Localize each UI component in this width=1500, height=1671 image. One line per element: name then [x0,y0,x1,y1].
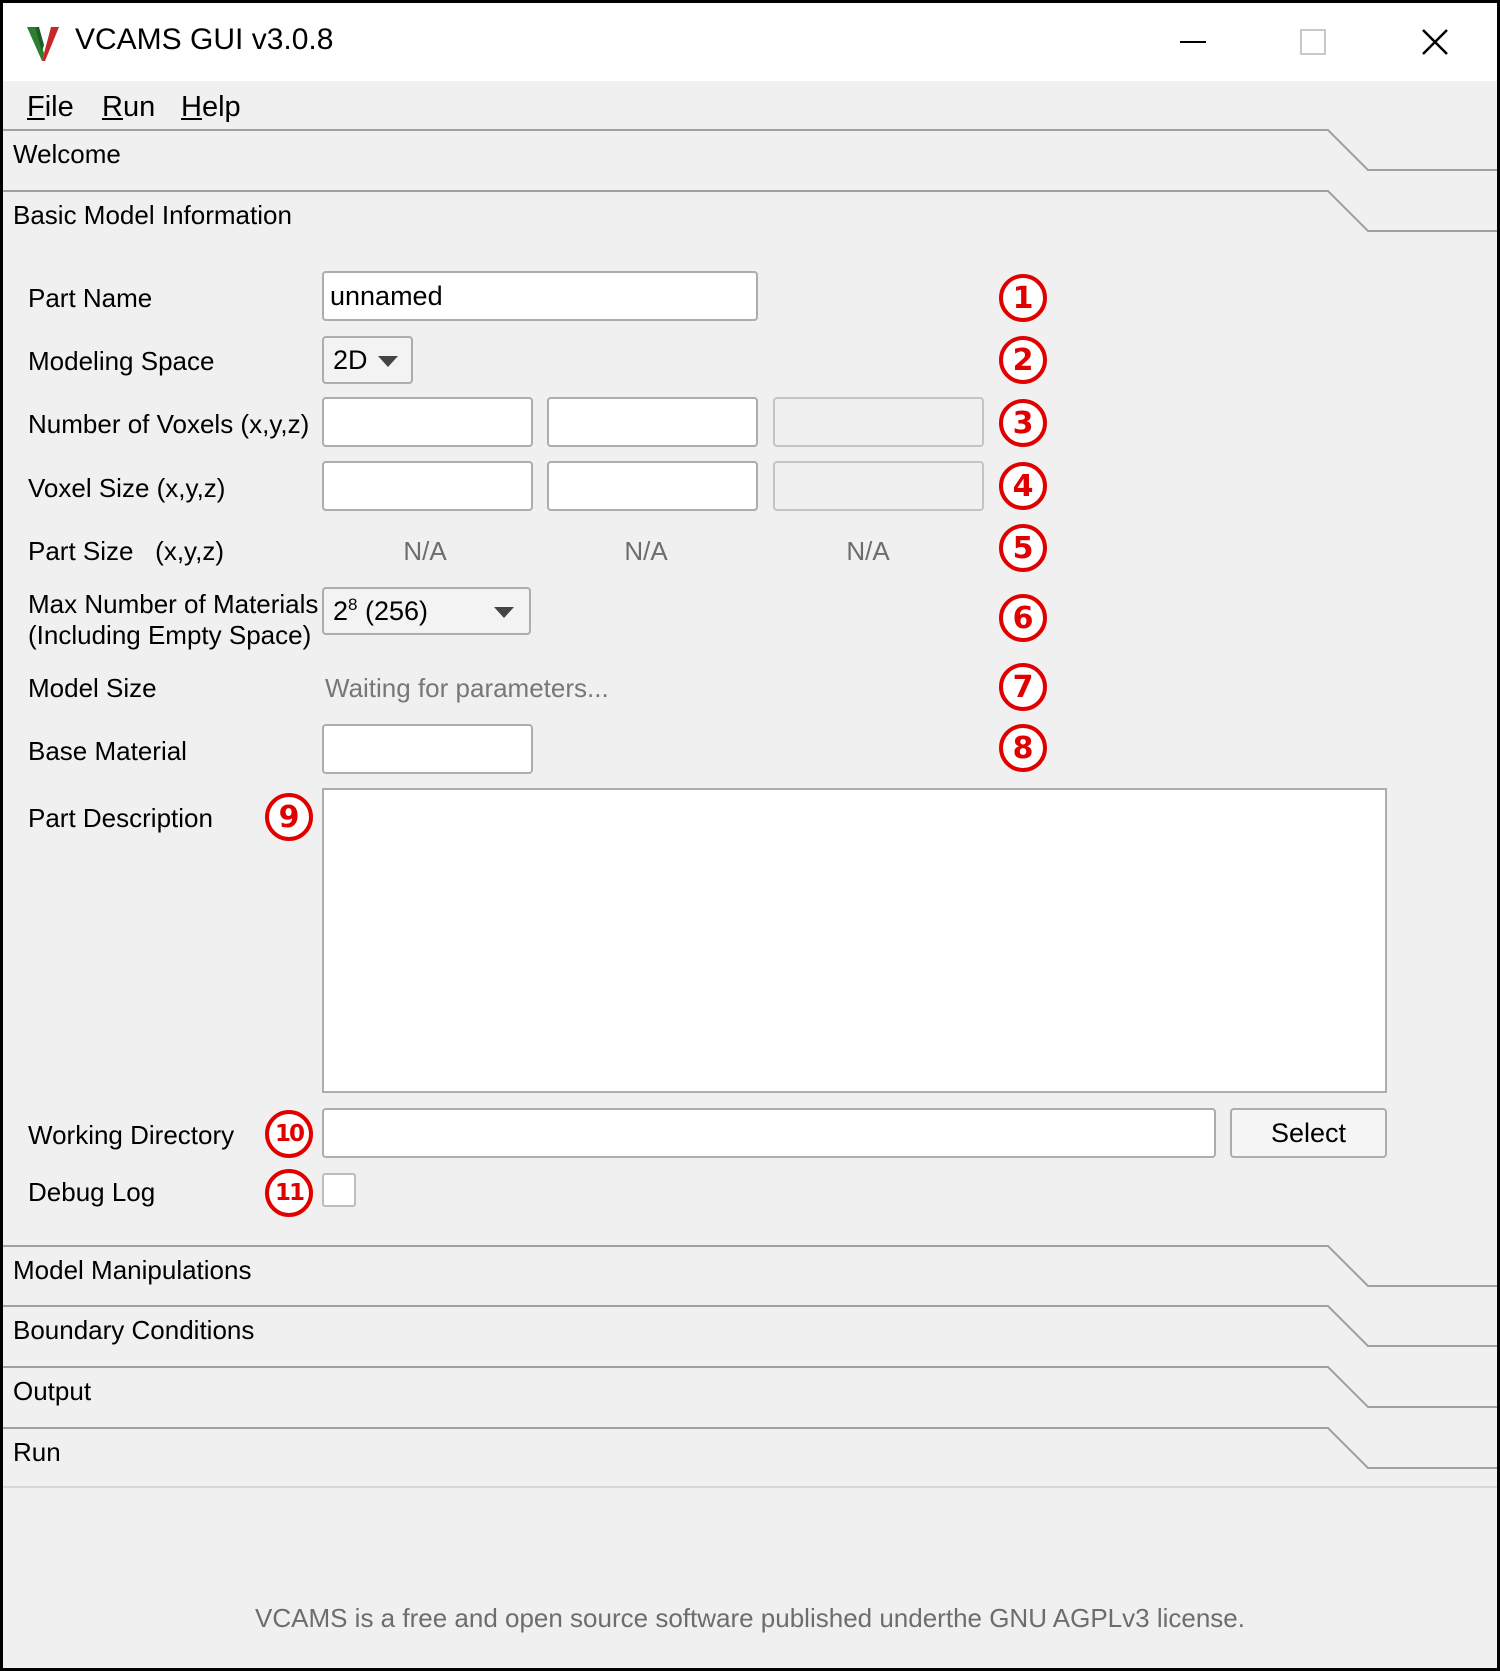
section-run[interactable]: Run [3,1427,1497,1491]
callout-3: 3 [999,399,1047,447]
part-name-input[interactable] [322,271,758,321]
voxel-size-y-input[interactable] [547,461,758,511]
part-size-x-value: N/A [403,536,447,566]
callout-7: 7 [999,663,1047,711]
voxel-size-x-input[interactable] [322,461,533,511]
section-basic-model-information[interactable]: Basic Model Information [3,190,1497,254]
title-bar[interactable]: VCAMS GUI v3.0.8 [3,3,1497,81]
menu-run[interactable]: Run [102,91,155,124]
section-title: Output [13,1376,92,1406]
section-title: Welcome [13,139,121,169]
window-title: VCAMS GUI v3.0.8 [75,23,334,56]
part-size-z-value: N/A [846,536,890,566]
select-directory-button[interactable]: Select [1230,1108,1387,1158]
part-size-label: Part Size (x,y,z) [28,536,224,566]
license-footer: VCAMS is a free and open source software… [255,1603,1245,1633]
callout-9: 9 [265,793,313,841]
chevron-down-icon [494,607,514,618]
minimize-icon [1180,41,1206,43]
modeling-space-dropdown[interactable]: 2D [322,336,413,384]
part-size-y-value: N/A [624,536,668,566]
model-size-status: Waiting for parameters... [325,673,609,703]
close-icon [1422,29,1448,55]
footer-divider [3,1486,1497,1488]
voxel-size-label: Voxel Size (x,y,z) [28,473,226,503]
max-materials-dropdown[interactable]: 28 (256) [322,587,531,635]
part-description-label: Part Description [28,803,213,833]
section-boundary-conditions[interactable]: Boundary Conditions [3,1305,1497,1369]
callout-10: 10 [265,1110,313,1158]
maximize-button[interactable] [1253,3,1373,81]
base-material-input[interactable] [322,724,533,774]
max-materials-label-line1: Max Number of Materials [28,589,319,619]
part-name-label: Part Name [28,283,153,313]
menu-bar: File Run Help [3,81,1497,133]
close-button[interactable] [1375,3,1495,81]
callout-8: 8 [999,724,1047,772]
base-material-label: Base Material [28,736,187,766]
section-title: Run [13,1437,61,1467]
section-title: Model Manipulations [13,1255,252,1285]
part-description-textarea[interactable] [322,788,1387,1093]
section-model-manipulations[interactable]: Model Manipulations [3,1245,1497,1309]
model-size-label: Model Size [28,673,157,703]
chevron-down-icon [378,356,398,367]
menu-file[interactable]: File [27,91,74,124]
menu-help[interactable]: Help [181,91,241,124]
callout-6: 6 [999,594,1047,642]
debug-log-checkbox[interactable] [322,1173,356,1207]
callout-11: 11 [265,1169,313,1217]
callout-5: 5 [999,524,1047,572]
callout-1: 1 [999,274,1047,322]
app-window: VCAMS GUI v3.0.8 File Run Help Welcome B… [0,0,1500,1671]
debug-log-label: Debug Log [28,1177,156,1207]
section-title: Boundary Conditions [13,1315,255,1345]
section-output[interactable]: Output [3,1366,1497,1430]
working-directory-label: Working Directory [28,1120,235,1150]
callout-4: 4 [999,462,1047,510]
modeling-space-label: Modeling Space [28,346,215,376]
maximize-icon [1300,29,1326,55]
callout-2: 2 [999,336,1047,384]
section-title: Basic Model Information [13,200,292,230]
working-directory-input[interactable] [322,1108,1216,1158]
num-voxels-x-input[interactable] [322,397,533,447]
vcams-logo-icon [27,27,59,61]
num-voxels-y-input[interactable] [547,397,758,447]
voxel-size-z-input [773,461,984,511]
max-materials-label-line2: (Including Empty Space) [28,620,312,650]
num-voxels-z-input [773,397,984,447]
minimize-button[interactable] [1133,3,1253,81]
section-welcome[interactable]: Welcome [3,129,1497,193]
num-voxels-label: Number of Voxels (x,y,z) [28,409,310,439]
